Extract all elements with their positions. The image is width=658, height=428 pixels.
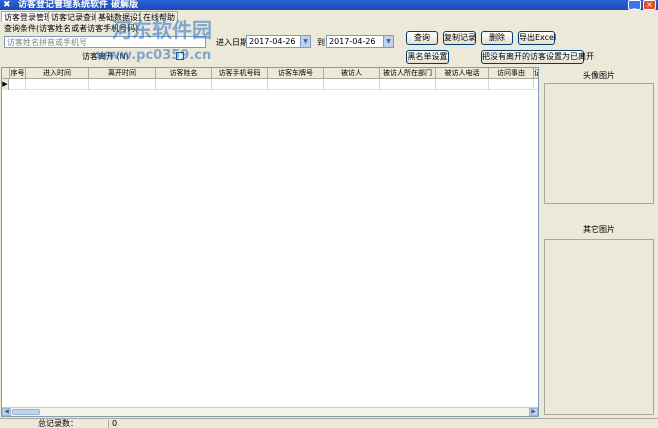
col-seq[interactable]: 序号 — [10, 68, 26, 79]
col-visit-reason[interactable]: 访问事由 — [489, 68, 534, 79]
table-cell[interactable] — [436, 79, 489, 90]
table-cell[interactable] — [268, 79, 324, 90]
photo-panel: 头像图片 其它图片 — [542, 67, 656, 417]
table-cell[interactable] — [324, 79, 380, 90]
horizontal-scrollbar[interactable]: ◀ ▶ — [2, 407, 538, 416]
date-to-input[interactable]: 2017-04-26 ▼ — [326, 35, 394, 48]
export-excel-button[interactable]: 导出Excel — [518, 31, 556, 45]
date-from-input[interactable]: 2017-04-26 ▼ — [246, 35, 311, 48]
table-cell[interactable] — [26, 79, 89, 90]
visitor-records-table[interactable]: 序号 进入时间 离开时间 访客姓名 访客手机号码 访客车牌号 被访人 被访人所在… — [1, 67, 539, 417]
tab-online-help[interactable]: 在线帮助 — [140, 11, 178, 22]
title-bar: ✖ 访客登记管理系统软件 破解版 _ × — [0, 0, 658, 10]
scroll-left-icon[interactable]: ◀ — [2, 408, 11, 416]
table-cell[interactable] — [89, 79, 156, 90]
table-cell[interactable] — [10, 79, 26, 90]
table-header: 序号 进入时间 离开时间 访客姓名 访客手机号码 访客车牌号 被访人 被访人所在… — [2, 68, 538, 79]
app-icon: ✖ — [3, 0, 11, 10]
col-visitor-phone[interactable]: 访客手机号码 — [212, 68, 268, 79]
other-photo-label: 其它图片 — [583, 225, 615, 234]
search-input[interactable]: 访客姓名拼音或手机号 — [4, 36, 206, 48]
table-cell[interactable] — [489, 79, 534, 90]
col-extra[interactable]: 记 — [534, 68, 538, 79]
table-cell[interactable] — [212, 79, 268, 90]
col-leave-time[interactable]: 离开时间 — [89, 68, 156, 79]
date-to-value: 2017-04-26 — [329, 37, 376, 46]
scroll-thumb[interactable] — [12, 409, 40, 415]
mark-all-left-button[interactable]: 把没有离开的访客设置为已离开 — [481, 50, 594, 64]
col-host-phone[interactable]: 被访人电话 — [436, 68, 489, 79]
date-to-dropdown-icon[interactable]: ▼ — [383, 36, 393, 47]
col-enter-time[interactable]: 进入时间 — [26, 68, 89, 79]
current-row-arrow-icon: ▶ — [2, 79, 9, 90]
col-host[interactable]: 被访人 — [324, 68, 380, 79]
date-to-label: 到 — [317, 38, 325, 47]
copy-record-button[interactable]: 复制记录 — [443, 31, 476, 45]
minimize-button[interactable]: _ — [628, 0, 641, 10]
total-records-value: 0 — [112, 419, 118, 428]
search-condition-label: 查询条件(访客姓名或者访客手机号码) — [4, 24, 139, 33]
total-records-label: 总记录数： — [38, 419, 78, 428]
blacklist-button[interactable]: 黑名单设置 — [406, 50, 449, 64]
name-phone-checkbox[interactable] — [176, 52, 184, 60]
date-from-dropdown-icon[interactable]: ▼ — [300, 36, 310, 47]
table-cell[interactable] — [156, 79, 212, 90]
header-marker — [2, 68, 10, 79]
tab-record-query[interactable]: 访客记录查询 — [48, 11, 102, 22]
window-title: 访客登记管理系统软件 破解版 — [18, 0, 139, 10]
status-bar: 总记录数： 0 — [0, 418, 658, 428]
date-from-value: 2017-04-26 — [249, 37, 296, 46]
delete-button[interactable]: 删除 — [481, 31, 513, 45]
menu-bar: 访客登录管理 访客记录查询 基础数据设置 在线帮助 — [0, 10, 658, 22]
head-photo-box[interactable] — [544, 83, 654, 204]
col-visitor-name[interactable]: 访客姓名 — [156, 68, 212, 79]
other-photo-box[interactable] — [544, 239, 654, 415]
status-separator — [108, 420, 109, 428]
table-row[interactable]: ▶ — [2, 79, 538, 90]
col-host-department[interactable]: 被访人所在部门 — [380, 68, 436, 79]
tab-visitor-login[interactable]: 访客登录管理 — [1, 11, 55, 22]
query-button[interactable]: 查询 — [406, 31, 438, 45]
close-button[interactable]: × — [643, 0, 656, 10]
col-plate-number[interactable]: 访客车牌号 — [268, 68, 324, 79]
still-in-label: 访客离开 (N) — [82, 52, 129, 61]
head-photo-label: 头像图片 — [583, 71, 615, 80]
scroll-right-icon[interactable]: ▶ — [529, 408, 538, 416]
table-cell[interactable] — [380, 79, 436, 90]
